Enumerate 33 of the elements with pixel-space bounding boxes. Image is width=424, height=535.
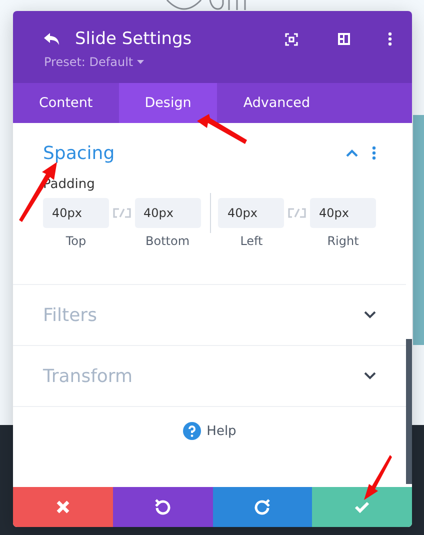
chevron-up-icon[interactable] (346, 149, 358, 157)
redo-icon (252, 497, 272, 517)
tab[interactable]: Content (13, 83, 119, 123)
section-title[interactable]: Spacing (43, 142, 332, 164)
annotation-arrow (197, 114, 247, 144)
back-icon[interactable] (43, 32, 61, 46)
help-icon (182, 422, 201, 440)
field-label: Left (240, 234, 263, 248)
scrollbar[interactable] (406, 339, 412, 484)
redo-button[interactable] (212, 487, 312, 527)
tab[interactable]: Design (118, 83, 218, 123)
padding-input[interactable]: 40px (310, 198, 376, 228)
undo-icon (152, 497, 173, 517)
padding-input[interactable]: 40px (218, 198, 284, 228)
undo-button[interactable] (112, 487, 212, 527)
help-link[interactable]: Help (13, 407, 406, 455)
layout-icon[interactable] (338, 33, 350, 45)
field-label: Right (327, 234, 359, 248)
chevron-down-icon[interactable] (364, 311, 376, 319)
more-icon[interactable] (372, 146, 376, 160)
preset-dropdown[interactable]: Preset: Default (44, 55, 144, 69)
caret-icon (137, 60, 144, 64)
save-button[interactable] (312, 487, 412, 527)
padding-input[interactable]: 40px (134, 198, 201, 228)
field-label: Bottom (146, 234, 190, 248)
annotation-arrow (364, 455, 392, 500)
chevron-down-icon[interactable] (364, 372, 376, 380)
padding-input[interactable]: 40px (43, 198, 109, 228)
field-label: Top (66, 234, 86, 248)
tab[interactable]: Advanced (217, 83, 336, 123)
more-icon[interactable] (388, 32, 392, 46)
focus-icon[interactable] (285, 32, 298, 46)
modal-title: Slide Settings (75, 29, 193, 49)
